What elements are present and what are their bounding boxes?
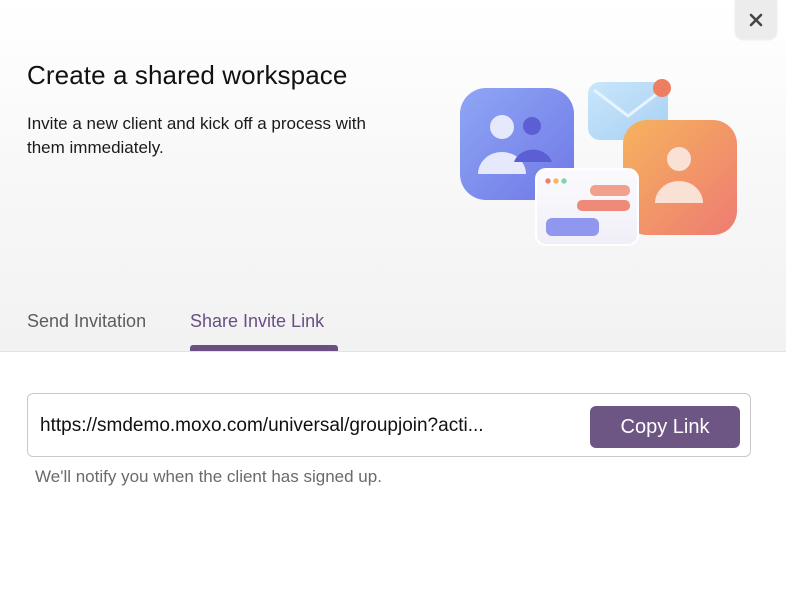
person-icon	[623, 120, 737, 235]
page-title: Create a shared workspace	[27, 60, 348, 90]
tab-share-invite-link[interactable]: Share Invite Link	[190, 311, 324, 332]
invite-link-text[interactable]: https://smdemo.moxo.com/universal/groupj…	[40, 415, 540, 437]
chat-window-icon	[535, 168, 639, 246]
close-icon	[749, 13, 763, 26]
active-tab-indicator	[190, 345, 338, 351]
workspace-illustration	[460, 79, 737, 246]
signup-notice: We'll notify you when the client has sig…	[35, 467, 382, 486]
close-button[interactable]	[735, 0, 777, 39]
copy-link-button[interactable]: Copy Link	[590, 406, 740, 448]
tab-send-invitation[interactable]: Send Invitation	[27, 311, 146, 332]
dialog-header: Create a shared workspace Invite a new c…	[0, 0, 786, 352]
tab-bar: Send Invitation Share Invite Link	[0, 300, 786, 351]
page-subtitle: Invite a new client and kick off a proce…	[27, 114, 366, 157]
invite-link-field: https://smdemo.moxo.com/universal/groupj…	[27, 393, 751, 457]
